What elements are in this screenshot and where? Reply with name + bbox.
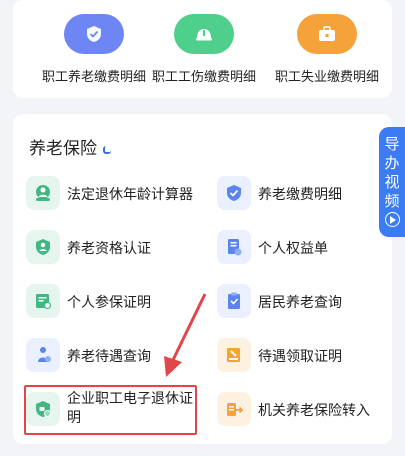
item-label: 待遇领取证明: [258, 349, 342, 365]
item-resident-pension-query[interactable]: 居民养老查询: [217, 282, 387, 322]
guide-video-tab[interactable]: 导 办 视 频: [379, 127, 405, 237]
item-pension-contribution-details[interactable]: 养老缴费明细: [217, 174, 387, 214]
item-label: 个人权益单: [258, 241, 328, 257]
item-personal-rights-statement[interactable]: 个人权益单: [217, 228, 387, 268]
item-pension-qualification-auth[interactable]: 养老资格认证: [26, 228, 196, 268]
helmet-icon: [174, 14, 234, 54]
stamp-icon: [217, 338, 251, 372]
guide-tab-char: 频: [384, 192, 400, 210]
item-benefit-collection-certificate[interactable]: 待遇领取证明: [217, 336, 387, 376]
guide-tab-char: 视: [384, 173, 400, 191]
transfer-icon: [217, 392, 251, 426]
shield-check-icon: [64, 14, 124, 54]
top-item-injury-contribution[interactable]: 职工工伤缴费明细: [139, 0, 269, 85]
item-pension-benefit-query[interactable]: 养老待遇查询: [26, 336, 196, 376]
elder-person-icon: [26, 338, 60, 372]
briefcase-icon: [297, 14, 357, 54]
item-label: 养老缴费明细: [258, 187, 342, 203]
top-item-label: 职工工伤缴费明细: [151, 70, 256, 85]
item-label: 法定退休年龄计算器: [67, 187, 193, 203]
document-icon: [217, 230, 251, 264]
person-shield-icon: [26, 230, 60, 264]
shield-check-icon: [217, 176, 251, 210]
item-retirement-age-calculator[interactable]: 法定退休年龄计算器: [26, 174, 196, 214]
section-title: 养老保险: [29, 139, 97, 159]
title-decoration-icon: [103, 146, 111, 154]
guide-tab-char: 导: [384, 135, 400, 153]
item-label: 居民养老查询: [258, 295, 342, 311]
calculator-person-icon: [26, 176, 60, 210]
top-item-unemployment-contribution[interactable]: 职工失业缴费明细: [262, 0, 392, 85]
highlight-box: [24, 385, 197, 435]
contribution-details-card: 职工养老缴费明细 职工工伤缴费明细 职工失业缴费明细: [13, 0, 392, 98]
play-icon: [384, 212, 400, 227]
top-item-label: 职工失业缴费明细: [274, 70, 379, 85]
clipboard-icon: [217, 284, 251, 318]
guide-tab-char: 办: [384, 154, 400, 172]
item-label: 个人参保证明: [67, 295, 151, 311]
item-personal-insurance-certificate[interactable]: 个人参保证明: [26, 282, 196, 322]
item-label: 养老待遇查询: [67, 349, 151, 365]
item-government-pension-transfer-in[interactable]: 机关养老保险转入: [217, 390, 387, 430]
item-label: 养老资格认证: [67, 241, 151, 257]
item-label: 机关养老保险转入: [258, 403, 370, 419]
certificate-icon: [26, 284, 60, 318]
